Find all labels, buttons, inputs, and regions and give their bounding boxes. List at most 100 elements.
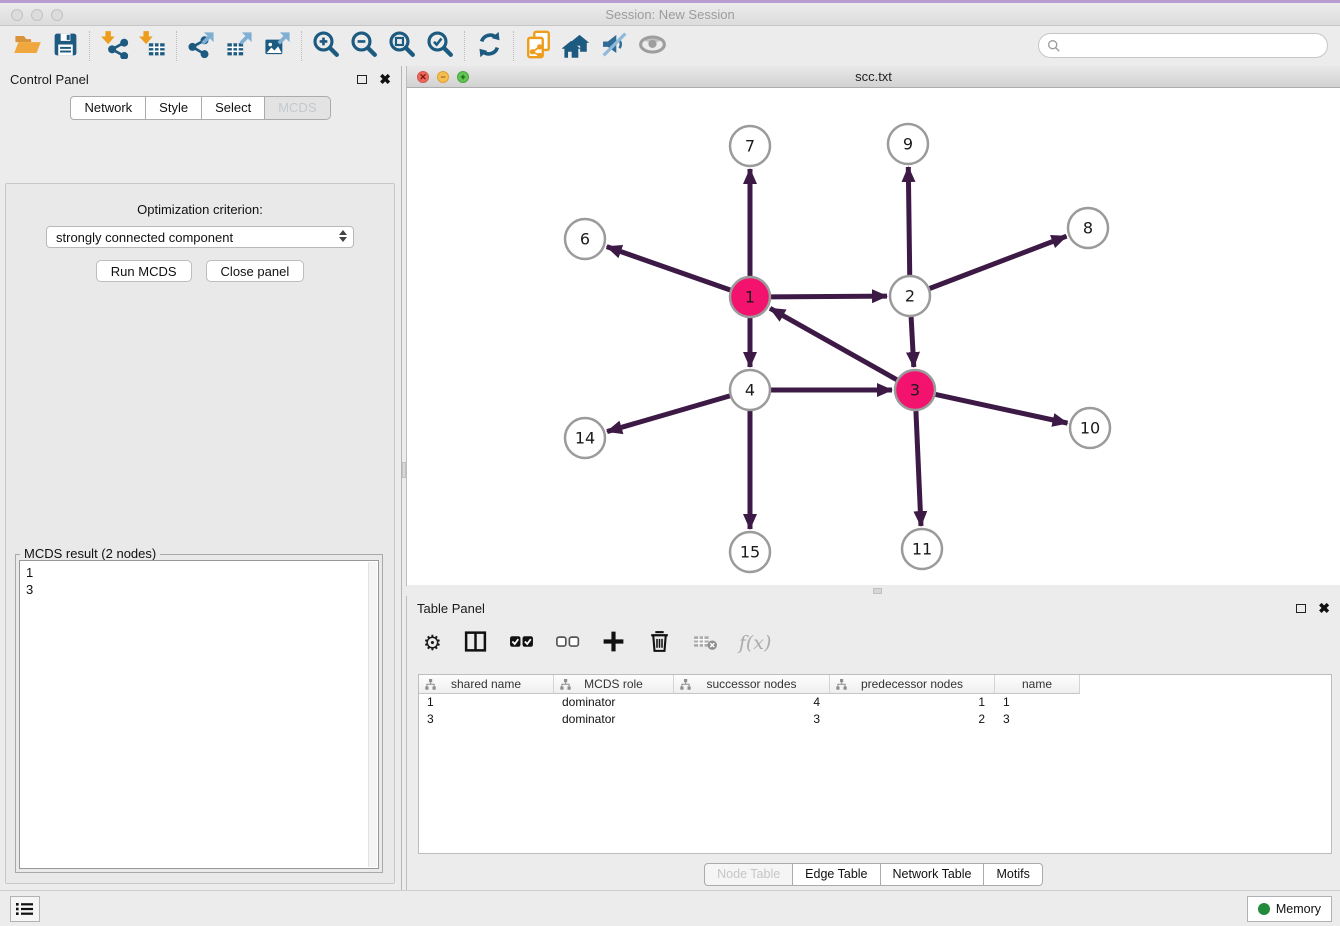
table-row[interactable]: 3dominator323: [419, 711, 1331, 728]
edge-1-6[interactable]: [607, 247, 730, 290]
column-header-shared-name[interactable]: shared name: [419, 675, 554, 694]
close-panel-button[interactable]: Close panel: [206, 260, 305, 282]
network-window-titlebar[interactable]: ✕ − + scc.txt: [407, 66, 1340, 88]
cell-name[interactable]: 1: [995, 694, 1080, 711]
graph-node-6[interactable]: 6: [565, 219, 605, 259]
delete-column-button[interactable]: [647, 628, 672, 658]
cell-name[interactable]: 3: [995, 711, 1080, 728]
memory-button[interactable]: Memory: [1247, 896, 1332, 922]
horizontal-splitter[interactable]: [406, 586, 1340, 596]
search-input[interactable]: [1066, 38, 1319, 53]
graph-node-8[interactable]: 8: [1068, 208, 1108, 248]
tab-motifs[interactable]: Motifs: [984, 863, 1042, 886]
cell-successor-nodes[interactable]: 3: [674, 711, 830, 728]
graph-node-10[interactable]: 10: [1070, 408, 1110, 448]
cell-shared-name[interactable]: 1: [419, 694, 554, 711]
mcds-result-values: 13: [20, 561, 378, 601]
table-row[interactable]: 1dominator411: [419, 694, 1331, 711]
edge-3-11[interactable]: [916, 411, 921, 526]
export-table-button[interactable]: [220, 29, 258, 63]
minimize-window-button[interactable]: [31, 9, 43, 21]
toolbar-separator: [513, 31, 514, 61]
graph-node-2[interactable]: 2: [890, 276, 930, 316]
run-mcds-button[interactable]: Run MCDS: [96, 260, 192, 282]
graph-node-1[interactable]: 1: [730, 277, 770, 317]
tab-mcds[interactable]: MCDS: [265, 96, 330, 120]
graph-node-3[interactable]: 3: [895, 370, 935, 410]
tab-select[interactable]: Select: [202, 96, 265, 120]
save-session-button[interactable]: [46, 29, 84, 63]
hide-all-columns-button[interactable]: [555, 628, 580, 658]
tab-style[interactable]: Style: [146, 96, 202, 120]
import-table-button[interactable]: [133, 29, 171, 63]
import-network-button[interactable]: [95, 29, 133, 63]
zoom-fit-button[interactable]: [383, 29, 421, 63]
zoom-out-button[interactable]: [345, 29, 383, 63]
graph-node-4[interactable]: 4: [730, 370, 770, 410]
export-network-button[interactable]: [182, 29, 220, 63]
search-box[interactable]: [1038, 33, 1328, 58]
sort-hierarchy-icon: [560, 679, 571, 690]
horizontal-splitter-grip[interactable]: [873, 588, 882, 594]
settings-gear-button[interactable]: ⚙: [423, 628, 442, 658]
clone-network-button[interactable]: [519, 29, 557, 63]
tab-node-table[interactable]: Node Table: [704, 863, 793, 886]
result-scrollbar[interactable]: [368, 562, 377, 867]
tab-edge-table[interactable]: Edge Table: [793, 863, 880, 886]
close-window-button[interactable]: [11, 9, 23, 21]
float-panel-icon[interactable]: [357, 75, 367, 84]
graph-node-9[interactable]: 9: [888, 124, 928, 164]
maximize-network-button[interactable]: +: [457, 71, 469, 83]
column-header-successor-nodes[interactable]: successor nodes: [674, 675, 830, 694]
cell-shared-name[interactable]: 3: [419, 711, 554, 728]
export-image-button[interactable]: [258, 29, 296, 63]
svg-text:4: 4: [745, 381, 755, 400]
edge-3-10[interactable]: [936, 394, 1068, 423]
graph-node-15[interactable]: 15: [730, 532, 770, 572]
column-header-MCDS-role[interactable]: MCDS role: [554, 675, 674, 694]
edge-3-1[interactable]: [770, 308, 897, 379]
status-bar: Memory: [0, 890, 1340, 926]
edge-2-3[interactable]: [911, 317, 914, 367]
open-file-button[interactable]: [8, 29, 46, 63]
close-network-button[interactable]: ✕: [417, 71, 429, 83]
close-table-panel-icon[interactable]: ✖: [1318, 601, 1330, 615]
minimize-network-button[interactable]: −: [437, 71, 449, 83]
announcements-button[interactable]: [595, 29, 633, 63]
float-table-panel-icon[interactable]: [1296, 604, 1306, 613]
column-header-name[interactable]: name: [995, 675, 1080, 694]
cell-MCDS-role[interactable]: dominator: [554, 711, 674, 728]
cell-predecessor-nodes[interactable]: 1: [830, 694, 995, 711]
task-history-button[interactable]: [10, 896, 40, 922]
column-header-predecessor-nodes[interactable]: predecessor nodes: [830, 675, 995, 694]
edge-2-9[interactable]: [908, 167, 909, 275]
edge-1-2[interactable]: [771, 296, 887, 297]
network-view-window: ✕ − + scc.txt 7 9 6 8 1 2 4 3 14 10 15 11: [406, 66, 1340, 586]
settings-gear-icon: ⚙: [423, 633, 442, 654]
mcds-result-area[interactable]: 13: [19, 560, 379, 869]
network-canvas[interactable]: 7 9 6 8 1 2 4 3 14 10 15 11: [407, 88, 1340, 585]
show-all-columns-button[interactable]: [509, 628, 534, 658]
cell-MCDS-role[interactable]: dominator: [554, 694, 674, 711]
edge-2-8[interactable]: [930, 236, 1067, 288]
home-button[interactable]: [557, 29, 595, 63]
toggle-columns-button[interactable]: [463, 628, 488, 658]
criterion-select[interactable]: strongly connected component: [46, 226, 354, 248]
tab-network-table[interactable]: Network Table: [881, 863, 985, 886]
add-column-button[interactable]: [601, 628, 626, 658]
graph-node-7[interactable]: 7: [730, 126, 770, 166]
edge-4-14[interactable]: [607, 396, 730, 432]
column-header-label: MCDS role: [584, 677, 643, 691]
control-panel-header: Control Panel ✖: [0, 66, 401, 92]
zoom-window-button[interactable]: [51, 9, 63, 21]
zoom-selected-button[interactable]: [421, 29, 459, 63]
zoom-in-button[interactable]: [307, 29, 345, 63]
refresh-button[interactable]: [470, 29, 508, 63]
cell-predecessor-nodes[interactable]: 2: [830, 711, 995, 728]
graph-node-11[interactable]: 11: [902, 529, 942, 569]
tab-network[interactable]: Network: [70, 96, 146, 120]
graph-node-14[interactable]: 14: [565, 418, 605, 458]
close-panel-icon[interactable]: ✖: [379, 72, 391, 86]
open-file-icon: [13, 30, 42, 62]
cell-successor-nodes[interactable]: 4: [674, 694, 830, 711]
